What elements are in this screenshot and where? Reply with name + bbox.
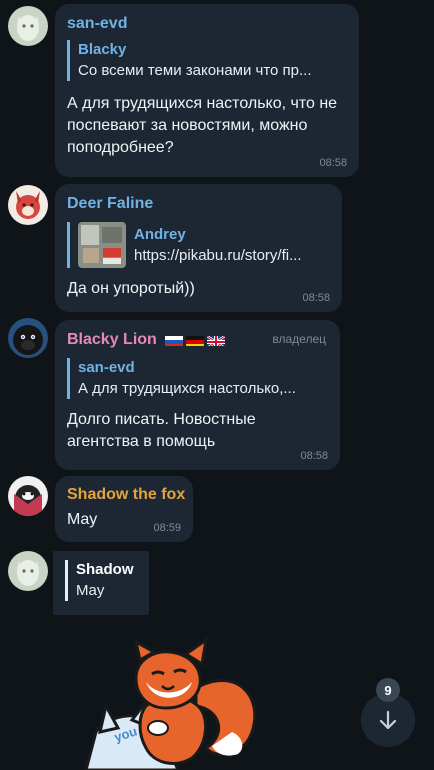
germany-flag-icon [186,334,205,346]
arrow-down-icon [379,710,397,730]
reply-quote[interactable]: Andrey https://pikabu.ru/story/fi... [67,222,330,268]
reply-snippet: Со всеми теми законами что пр... [78,62,312,79]
message-text: Долго писать. Новостные агентства в помо… [67,411,256,450]
sender-name[interactable]: san-evd [67,14,347,34]
reply-thumbnail [78,222,126,268]
message-text: Да он упоротый)) [67,280,195,297]
message-bubble: san-evd Blacky Со всеми теми законами чт… [55,4,359,177]
sender-name[interactable]: Deer Faline [67,194,330,214]
message-san-evd[interactable]: san-evd Blacky Со всеми теми законами чт… [0,0,434,177]
message-time: 08:58 [319,157,347,169]
russia-flag-icon [165,334,184,346]
message-deer-faline[interactable]: Deer Faline Andrey https://pikabu.ru/sto… [0,182,434,312]
owner-badge: владелец [272,332,326,346]
avatar-san-evd[interactable] [8,6,48,46]
reply-snippet: А для трудящихся настолько,... [78,380,296,397]
reply-quote[interactable]: Shadow May [65,560,137,601]
reply-author: san-evd [78,359,135,376]
message-time: 08:58 [302,292,330,304]
reply-link: https://pikabu.ru/story/fi... [134,246,302,264]
message-text: А для трудящихся настолько, что не поспе… [67,95,338,156]
avatar-deer-faline[interactable] [8,185,48,225]
reply-quote[interactable]: san-evd А для трудящихся настолько,... [67,358,328,399]
flags [165,334,226,346]
message-reply-shadow[interactable]: Shadow May [0,550,434,616]
uk-flag-icon [207,334,226,346]
sender-name[interactable]: Shadow the fox [67,485,185,505]
message-bubble: Blacky Lion владелец san-evd А для трудя… [55,320,340,470]
reply-quote[interactable]: Blacky Со всеми теми законами что пр... [67,40,347,81]
message-blacky-lion[interactable]: Blacky Lion владелец san-evd А для трудя… [0,318,434,470]
sender-name-text: Blacky Lion [67,331,157,348]
reply-author: Shadow [76,561,134,578]
message-bubble: Deer Faline Andrey https://pikabu.ru/sto… [55,184,342,312]
fox-sticker[interactable]: you [66,636,266,770]
reply-bubble: Shadow May [53,551,149,615]
unread-count-badge: 9 [376,678,400,702]
avatar-san-evd[interactable] [8,551,48,591]
avatar-shadow[interactable] [8,476,48,516]
reply-author: Andrey [134,225,186,243]
avatar-blacky-lion[interactable] [8,318,48,358]
message-shadow-the-fox[interactable]: Shadow the fox May 08:59 [0,476,434,546]
message-time: 08:58 [300,450,328,462]
message-time: 08:59 [153,522,181,534]
message-bubble: Shadow the fox May 08:59 [55,476,193,542]
reply-author: Blacky [78,41,127,58]
reply-snippet: May [76,582,105,599]
